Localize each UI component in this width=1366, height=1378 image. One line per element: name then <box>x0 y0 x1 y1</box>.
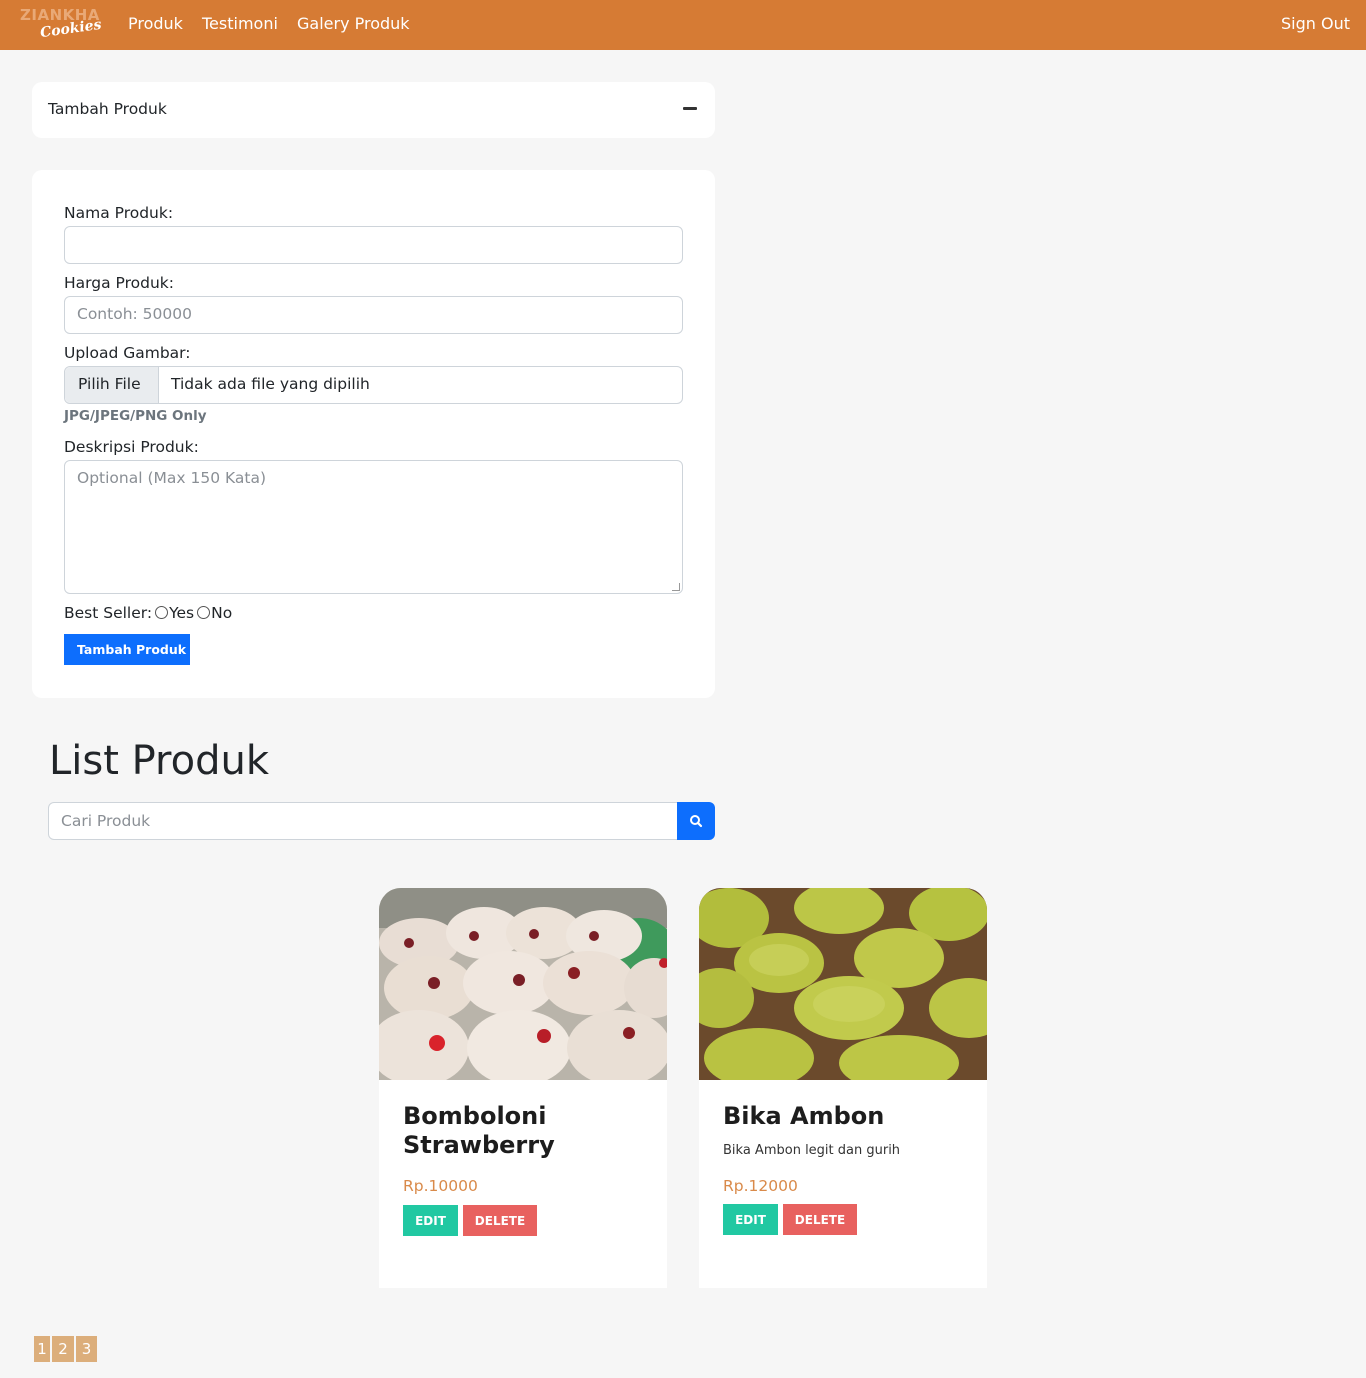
product-card: Bika Ambon Bika Ambon legit dan gurih Rp… <box>699 888 987 1288</box>
pilih-file-label: Pilih File <box>78 375 141 393</box>
collapse-title: Tambah Produk <box>48 100 167 118</box>
delete-label: DELETE <box>474 1214 526 1228</box>
collapse-toggle-button[interactable] <box>682 100 698 116</box>
upload-gambar-label: Upload Gambar: <box>64 344 191 362</box>
cari-produk-input[interactable]: Cari Produk <box>48 802 678 840</box>
list-produk-title: List Produk <box>49 738 269 784</box>
product-name: Bika Ambon <box>723 1102 885 1130</box>
deskripsi-produk-placeholder: Optional (Max 150 Kata) <box>77 469 267 487</box>
product-image-bika-ambon <box>699 888 987 1080</box>
pagination-page-2[interactable]: 2 <box>52 1336 74 1362</box>
delete-label: DELETE <box>794 1213 846 1227</box>
submit-label: Tambah Produk <box>77 642 187 657</box>
file-status-text: Tidak ada file yang dipilih <box>171 375 370 393</box>
pilih-file-button[interactable]: Pilih File <box>65 367 159 403</box>
search-button[interactable] <box>677 802 715 840</box>
best-seller-field: Best Seller: Yes No <box>64 604 232 622</box>
best-seller-no-radio[interactable] <box>197 606 211 619</box>
harga-produk-label: Harga Produk: <box>64 274 174 292</box>
product-card: Bomboloni Strawberry Rp.10000 EDIT DELET… <box>379 888 667 1288</box>
delete-button[interactable]: DELETE <box>463 1205 537 1236</box>
product-description: Bika Ambon legit dan gurih <box>723 1143 901 1158</box>
edit-label: EDIT <box>415 1214 446 1228</box>
best-seller-label: Best Seller: <box>64 604 153 622</box>
harga-produk-input[interactable]: Contoh: 50000 <box>64 296 683 334</box>
tambah-produk-collapse-header: Tambah Produk <box>32 82 715 138</box>
nav-link-testimoni[interactable]: Testimoni <box>202 14 278 33</box>
best-seller-yes-radio[interactable] <box>155 606 169 619</box>
deskripsi-produk-label: Deskripsi Produk: <box>64 438 199 456</box>
search-icon <box>690 815 703 828</box>
nav-link-produk[interactable]: Produk <box>128 14 183 33</box>
product-image-bomboloni <box>379 888 667 1080</box>
brand-logo[interactable]: ZIANKHA Cookies <box>18 6 102 44</box>
upload-gambar-file-input[interactable]: Pilih File Tidak ada file yang dipilih <box>64 366 683 404</box>
minus-icon <box>683 107 697 110</box>
nav-link-galery-produk[interactable]: Galery Produk <box>297 14 410 33</box>
deskripsi-produk-textarea[interactable]: Optional (Max 150 Kata) <box>64 460 683 594</box>
edit-button[interactable]: EDIT <box>723 1204 778 1235</box>
product-price: Rp.12000 <box>723 1177 798 1195</box>
best-seller-yes-label: Yes <box>169 604 195 622</box>
harga-produk-placeholder: Contoh: 50000 <box>77 305 192 323</box>
product-name: Bomboloni Strawberry <box>403 1102 555 1159</box>
file-type-hint: JPG/JPEG/PNG Only <box>64 408 207 424</box>
resize-handle-icon[interactable] <box>672 583 680 591</box>
nama-produk-input[interactable] <box>64 226 683 264</box>
sign-out-link[interactable]: Sign Out <box>1281 14 1350 33</box>
pagination-page-1[interactable]: 1 <box>34 1336 50 1362</box>
product-price: Rp.10000 <box>403 1177 478 1195</box>
top-navbar: ZIANKHA Cookies Produk Testimoni Galery … <box>0 0 1366 50</box>
nama-produk-label: Nama Produk: <box>64 204 174 222</box>
cari-produk-placeholder: Cari Produk <box>61 812 151 830</box>
edit-label: EDIT <box>735 1213 766 1227</box>
pagination-page-3[interactable]: 3 <box>76 1336 97 1362</box>
best-seller-no-label: No <box>211 604 233 622</box>
edit-button[interactable]: EDIT <box>403 1205 458 1236</box>
tambah-produk-submit-button[interactable]: Tambah Produk <box>64 634 190 665</box>
delete-button[interactable]: DELETE <box>783 1204 857 1235</box>
